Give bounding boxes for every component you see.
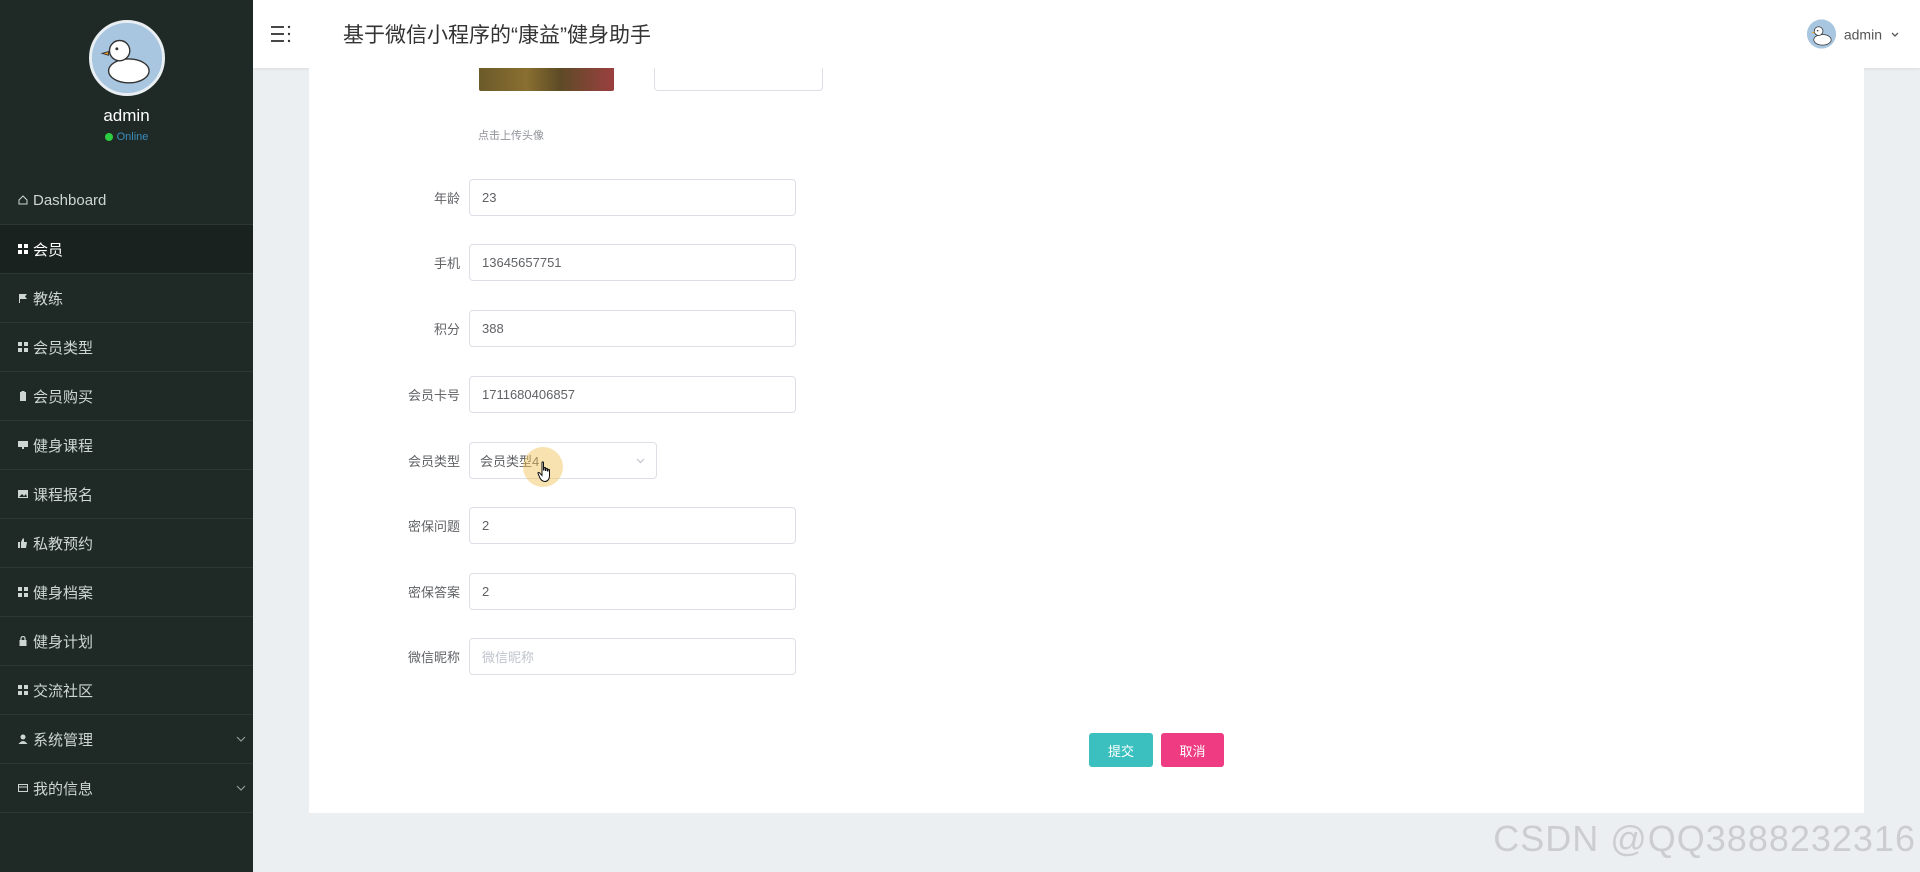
points-input[interactable]: 388 <box>469 310 796 347</box>
phone-input[interactable]: 13645657751 <box>469 244 796 281</box>
points-label: 积分 <box>433 322 460 337</box>
sidebar-item-label: 我的信息 <box>33 780 94 798</box>
sidebar-item-label: 交流社区 <box>33 682 94 700</box>
form-row-phone: 手机 13645657751 <box>0 244 796 281</box>
member-type-select[interactable]: 会员类型4 <box>469 442 657 479</box>
upload-hint: 点击上传头像 <box>478 130 544 142</box>
duck-avatar-icon <box>91 23 162 93</box>
security-answer-input[interactable]: 2 <box>469 573 796 610</box>
wechat-nickname-label: 微信昵称 <box>407 650 460 665</box>
card-no-label: 会员卡号 <box>407 388 460 403</box>
user-icon <box>17 733 29 745</box>
menu-toggle-button[interactable] <box>269 22 293 46</box>
form-row-security-question: 密保问题 2 <box>0 507 796 544</box>
form-row-points: 积分 388 <box>0 310 796 347</box>
page-title: 基于微信小程序的“康益”健身助手 <box>343 24 651 47</box>
security-question-input[interactable]: 2 <box>469 507 796 544</box>
cancel-button[interactable]: 取消 <box>1161 733 1224 767</box>
form-row-member-type: 会员类型 会员类型4 <box>0 442 657 479</box>
status-text: Online <box>116 131 149 143</box>
wechat-nickname-input[interactable]: 微信昵称 <box>469 638 796 675</box>
chevron-down-icon <box>635 455 646 466</box>
duck-avatar-icon <box>1806 19 1836 49</box>
card-icon <box>17 782 29 794</box>
chevron-down-icon <box>235 782 247 794</box>
age-label: 年龄 <box>433 191 460 206</box>
user-menu[interactable]: admin <box>1806 19 1900 49</box>
form-row-card-no: 会员卡号 1711680406857 <box>0 376 796 413</box>
form-row-age: 年龄 23 <box>0 179 796 216</box>
avatar-preview-image[interactable] <box>479 68 614 91</box>
form-row-wechat-nickname: 微信昵称 微信昵称 <box>0 638 796 675</box>
online-dot-icon <box>104 133 113 141</box>
profile-name: admin <box>103 106 150 125</box>
security-question-label: 密保问题 <box>407 519 460 534</box>
avatar-upload-box[interactable] <box>654 68 823 91</box>
phone-label: 手机 <box>433 256 460 271</box>
top-header: 基于微信小程序的“康益”健身助手 admin <box>253 0 1920 68</box>
sidebar-item-label: 课程报名 <box>33 486 94 504</box>
image-icon <box>17 488 29 500</box>
avatar <box>1806 19 1836 49</box>
card-no-input[interactable]: 1711680406857 <box>469 376 796 413</box>
sidebar-profile: admin Online <box>0 0 253 176</box>
member-type-value: 会员类型4 <box>480 454 540 469</box>
grid-icon <box>17 684 29 696</box>
submit-button[interactable]: 提交 <box>1089 733 1153 767</box>
chevron-down-icon <box>235 733 247 745</box>
form-row-security-answer: 密保答案 2 <box>0 573 796 610</box>
sidebar-item-my-info[interactable]: 我的信息 <box>0 764 253 813</box>
profile-status: Online <box>104 131 149 143</box>
age-input[interactable]: 23 <box>469 179 796 216</box>
security-answer-label: 密保答案 <box>407 585 460 600</box>
watermark: CSDN @QQ3888232316 <box>1493 818 1916 859</box>
sidebar-item-system-admin[interactable]: 系统管理 <box>0 715 253 764</box>
chevron-down-icon <box>1890 29 1900 39</box>
member-type-label: 会员类型 <box>407 454 460 469</box>
flag-icon <box>17 292 29 304</box>
menu-icon <box>271 25 291 43</box>
sidebar: admin Online Dashboard 会员 教练 会员类型 会员购买 健… <box>0 0 253 872</box>
sidebar-item-label: 教练 <box>33 290 64 308</box>
sidebar-item-label: 系统管理 <box>33 731 94 749</box>
header-user-name: admin <box>1843 26 1882 42</box>
avatar[interactable] <box>88 20 165 96</box>
